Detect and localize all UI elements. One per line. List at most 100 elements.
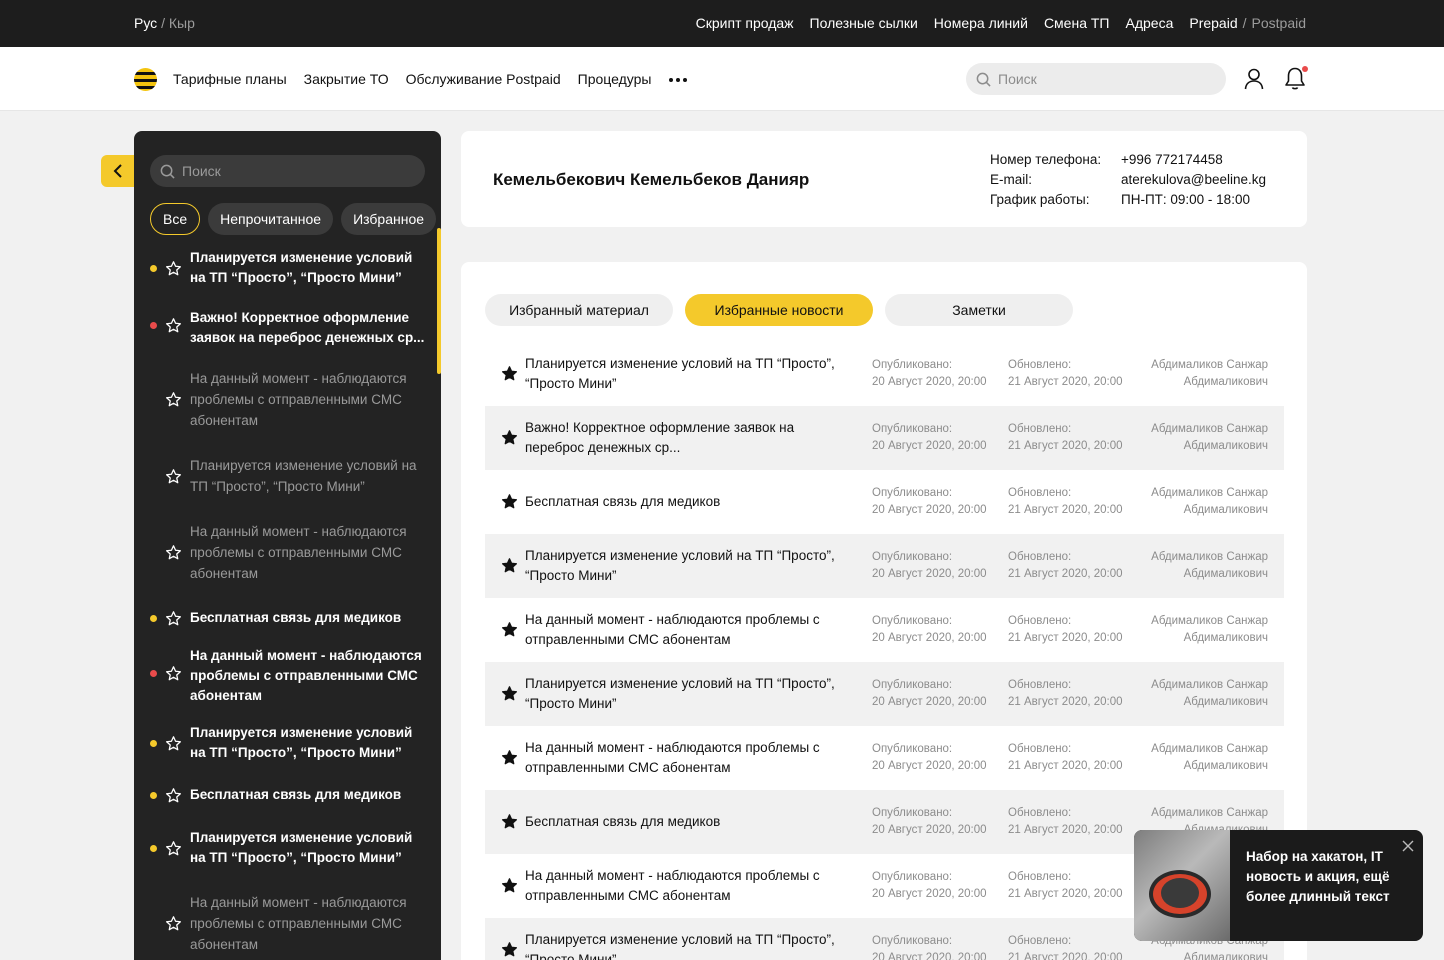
beeline-logo[interactable]	[134, 68, 157, 91]
star-outline-icon[interactable]	[165, 735, 182, 757]
unread-dot	[150, 844, 157, 852]
star-outline-icon[interactable]	[165, 317, 182, 339]
link-addresses[interactable]: Адреса	[1125, 15, 1173, 31]
star-filled-icon[interactable]	[501, 493, 518, 515]
table-row[interactable]: Планируется изменение условий на ТП “Про…	[485, 662, 1284, 726]
toast-text: Набор на хакатон, IT новость и акция, ещ…	[1246, 849, 1390, 904]
table-row[interactable]: Планируется изменение условий на ТП “Про…	[485, 342, 1284, 406]
notification-dot	[1302, 66, 1308, 72]
star-outline-icon[interactable]	[165, 391, 182, 413]
link-sales-script[interactable]: Скрипт продаж	[696, 15, 794, 31]
news-title[interactable]: Планируется изменение условий на ТП “Про…	[525, 546, 855, 586]
language-switcher: Рус / Кыр	[134, 15, 195, 31]
nav-item-procedures[interactable]: Процедуры	[578, 71, 652, 87]
news-title[interactable]: На данный момент - наблюдаются проблемы …	[525, 866, 855, 906]
updated-date: Обновлено: 21 Август 2020, 20:00	[1008, 679, 1123, 708]
link-line-numbers[interactable]: Номера линий	[934, 15, 1028, 31]
published-date: Опубликовано: 20 Август 2020, 20:00	[872, 359, 987, 388]
sidebar-news-title: Планируется изменение условий на ТП “Про…	[190, 250, 413, 285]
nav-item-postpaid-service[interactable]: Обслуживание Postpaid	[406, 71, 561, 87]
star-outline-icon[interactable]	[165, 915, 182, 937]
sidebar-news-item[interactable]: Планируется изменение условий на ТП “Про…	[134, 455, 434, 497]
user-icon[interactable]	[1244, 68, 1264, 95]
prepaid-link[interactable]: Prepaid	[1189, 15, 1237, 31]
author-name: Абдималиков СанжарАбдималикович	[1151, 423, 1268, 452]
news-title[interactable]: Планируется изменение условий на ТП “Про…	[525, 674, 855, 714]
plan-separator: /	[1242, 15, 1247, 31]
sidebar-news-item[interactable]: На данный момент - наблюдаются проблемы …	[134, 646, 434, 703]
table-row[interactable]: Планируется изменение условий на ТП “Про…	[485, 534, 1284, 598]
published-date: Опубликовано: 20 Август 2020, 20:00	[872, 615, 987, 644]
star-filled-icon[interactable]	[501, 621, 518, 643]
sidebar-news-item[interactable]: Важно! Корректное оформление заявок на п…	[134, 308, 434, 345]
plan-switcher: Prepaid / Postpaid	[1189, 15, 1306, 31]
news-title[interactable]: На данный момент - наблюдаются проблемы …	[525, 738, 855, 778]
star-filled-icon[interactable]	[501, 941, 518, 960]
news-title[interactable]: Бесплатная связь для медиков	[525, 812, 855, 832]
sidebar-news-item[interactable]: Бесплатная связь для медиков	[134, 785, 434, 805]
email-label: E-mail:	[990, 172, 1033, 187]
updated-date: Обновлено: 21 Август 2020, 20:00	[1008, 807, 1123, 836]
sidebar-search-input[interactable]	[182, 163, 382, 179]
table-row[interactable]: На данный момент - наблюдаются проблемы …	[485, 726, 1284, 790]
star-outline-icon[interactable]	[165, 260, 182, 282]
star-outline-icon[interactable]	[165, 544, 182, 566]
promo-toast[interactable]: Набор на хакатон, IT новость и акция, ещ…	[1134, 830, 1423, 941]
link-change-tariff[interactable]: Смена ТП	[1044, 15, 1110, 31]
postpaid-link[interactable]: Postpaid	[1252, 15, 1306, 31]
sidebar-scrollbar[interactable]	[437, 228, 441, 374]
nav-search	[966, 63, 1226, 95]
sidebar-news-title: Бесплатная связь для медиков	[190, 787, 402, 802]
author-name: Абдималиков СанжарАбдималикович	[1151, 743, 1268, 772]
nav-item-closing-to[interactable]: Закрытие ТО	[304, 71, 389, 87]
sidebar-news-item[interactable]: На данный момент - наблюдаются проблемы …	[134, 368, 434, 431]
tab-favorite-news[interactable]: Избранные новости	[685, 294, 873, 326]
star-filled-icon[interactable]	[501, 749, 518, 771]
filter-unread[interactable]: Непрочитанное	[208, 203, 334, 235]
filter-all[interactable]: Все	[150, 203, 201, 235]
star-filled-icon[interactable]	[501, 365, 518, 387]
updated-date: Обновлено: 21 Август 2020, 20:00	[1008, 359, 1123, 388]
news-title[interactable]: Планируется изменение условий на ТП “Про…	[525, 354, 855, 394]
lang-kg[interactable]: Кыр	[169, 15, 195, 31]
sidebar-news-item[interactable]: Бесплатная связь для медиков	[134, 608, 434, 628]
star-outline-icon[interactable]	[165, 610, 182, 632]
link-useful-links[interactable]: Полезные сылки	[810, 15, 918, 31]
sidebar-news-item[interactable]: Планируется изменение условий на ТП “Про…	[134, 723, 434, 763]
star-outline-icon[interactable]	[165, 665, 182, 687]
tab-notes[interactable]: Заметки	[885, 294, 1073, 326]
sidebar-search	[150, 155, 425, 187]
star-outline-icon[interactable]	[165, 787, 182, 809]
news-title[interactable]: На данный момент - наблюдаются проблемы …	[525, 610, 855, 650]
star-filled-icon[interactable]	[501, 877, 518, 899]
news-title[interactable]: Планируется изменение условий на ТП “Про…	[525, 930, 855, 960]
star-filled-icon[interactable]	[501, 685, 518, 707]
news-sidebar: Все Непрочитанное Избранное Планируется …	[134, 131, 441, 960]
toast-image	[1134, 830, 1230, 941]
table-row[interactable]: На данный момент - наблюдаются проблемы …	[485, 598, 1284, 662]
more-menu-icon[interactable]	[669, 78, 687, 82]
star-filled-icon[interactable]	[501, 557, 518, 579]
sidebar-news-item[interactable]: Планируется изменение условий на ТП “Про…	[134, 248, 434, 288]
table-row[interactable]: Бесплатная связь для медиков Опубликовано…	[485, 470, 1284, 534]
tab-favorite-materials[interactable]: Избранный материал	[485, 294, 673, 326]
close-icon[interactable]	[1401, 839, 1415, 858]
updated-date: Обновлено: 21 Август 2020, 20:00	[1008, 871, 1123, 900]
news-title[interactable]: Бесплатная связь для медиков	[525, 492, 855, 512]
filter-favorites[interactable]: Избранное	[341, 203, 437, 235]
star-filled-icon[interactable]	[501, 813, 518, 835]
nav-search-input[interactable]	[998, 71, 1198, 87]
news-title[interactable]: Важно! Корректное оформление заявок на п…	[525, 418, 855, 458]
sidebar-news-item[interactable]: На данный момент - наблюдаются проблемы …	[134, 521, 434, 584]
collapse-sidebar-button[interactable]	[101, 155, 134, 187]
star-outline-icon[interactable]	[165, 840, 182, 862]
table-row[interactable]: Важно! Корректное оформление заявок на п…	[485, 406, 1284, 470]
star-outline-icon[interactable]	[165, 468, 182, 490]
star-filled-icon[interactable]	[501, 429, 518, 451]
favorites-tabs: Избранный материал Избранные новости Зам…	[485, 294, 1073, 326]
sidebar-news-item[interactable]: Планируется изменение условий на ТП “Про…	[134, 828, 434, 868]
lang-ru[interactable]: Рус	[134, 15, 157, 31]
sidebar-news-item[interactable]: На данный момент - наблюдаются проблемы …	[134, 892, 434, 955]
notifications-bell-icon[interactable]	[1284, 66, 1308, 96]
nav-item-tariff-plans[interactable]: Тарифные планы	[173, 71, 287, 87]
